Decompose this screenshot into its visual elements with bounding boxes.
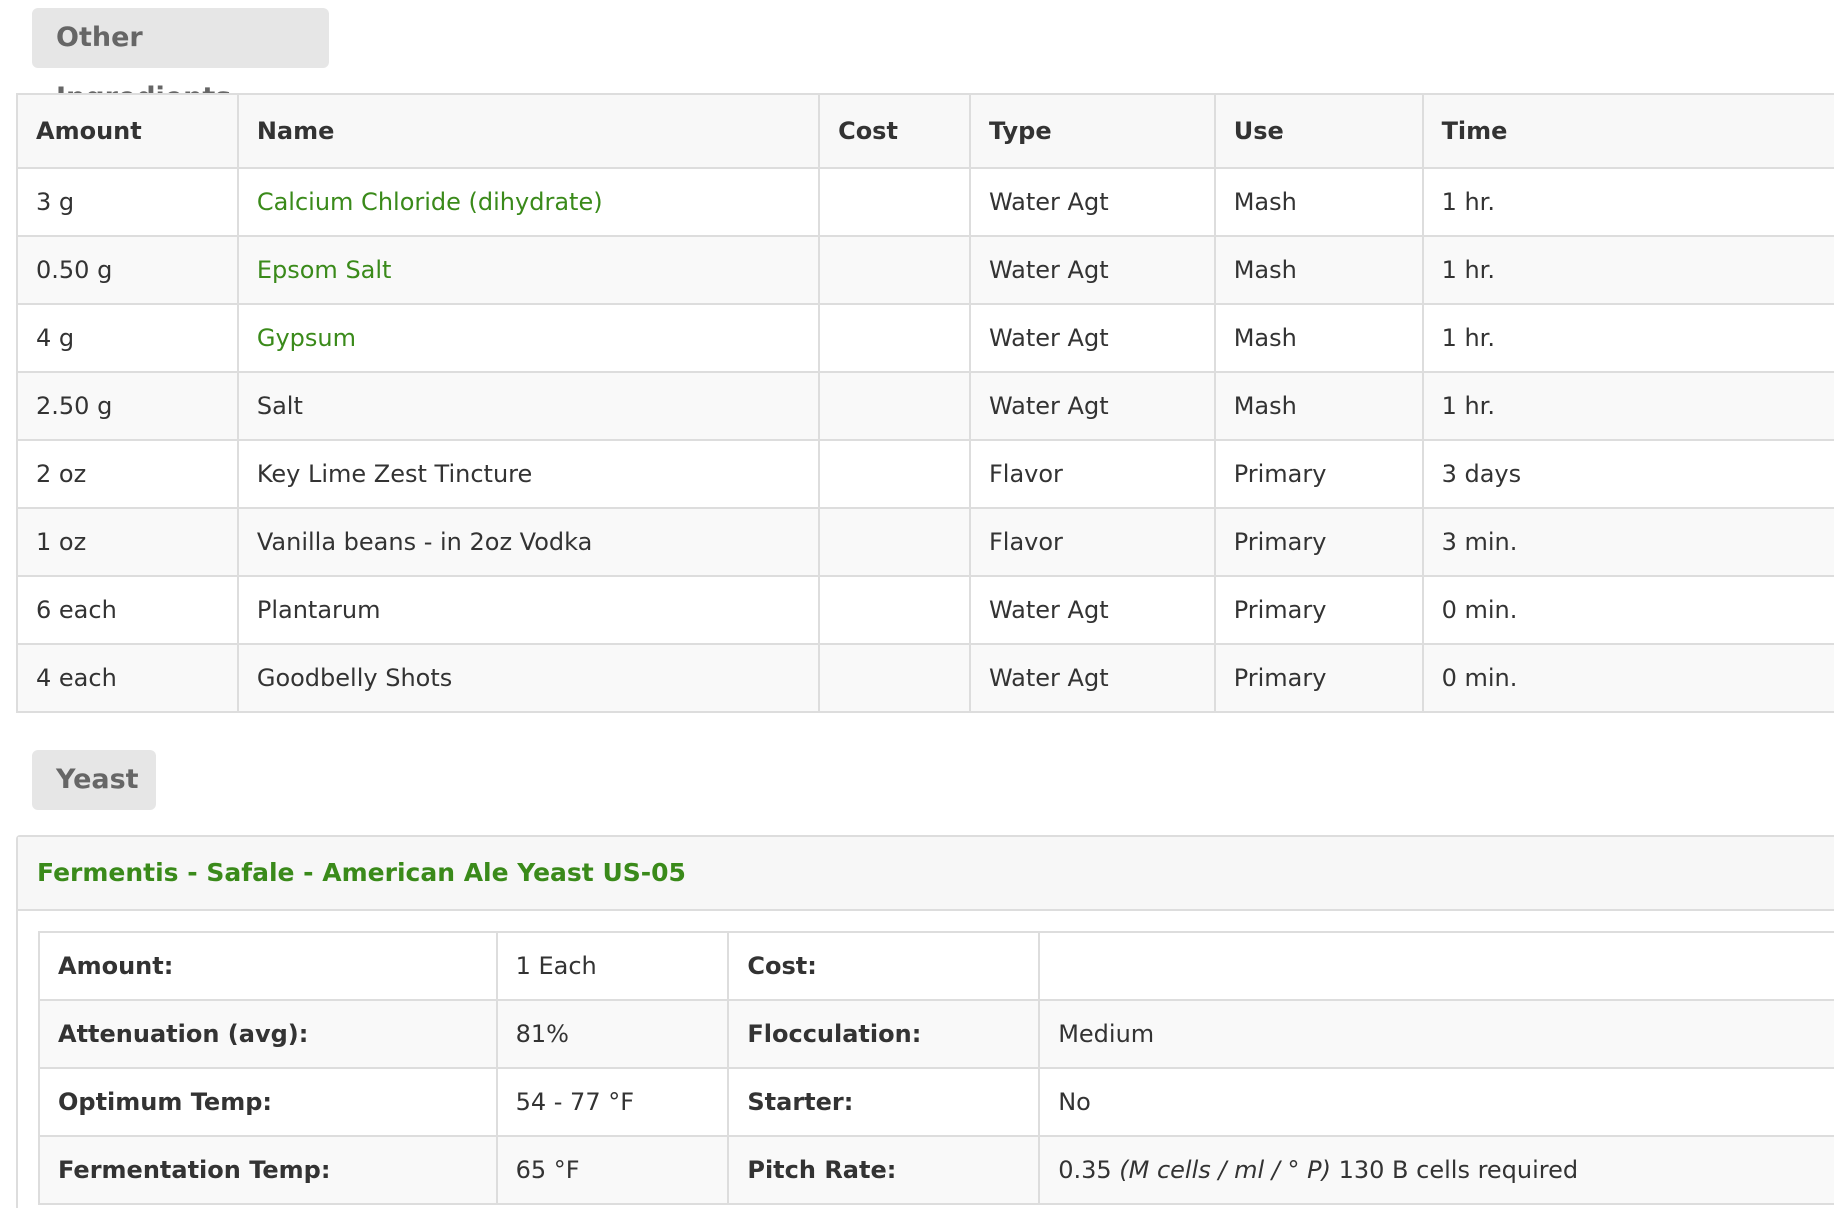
amount-cell: 2 oz: [16, 439, 239, 509]
use-cell: Mash: [1213, 371, 1424, 441]
time-cell: 1 hr.: [1421, 235, 1834, 305]
amount-cell: 4 each: [16, 643, 239, 713]
name-cell: Calcium Chloride (dihydrate): [236, 167, 821, 237]
optimum-temp-label: Optimum Temp:: [38, 1067, 498, 1137]
yeast-panel: Fermentis - Safale - American Ale Yeast …: [16, 835, 1834, 1208]
time-cell: 3 days: [1421, 439, 1834, 509]
cost-label: Cost:: [727, 931, 1041, 1001]
type-cell: Water Agt: [968, 167, 1216, 237]
yeast-detail-row: Optimum Temp: 54 - 77 °F Starter: No: [38, 1067, 1834, 1137]
attenuation-value: 81%: [495, 999, 730, 1069]
time-cell: 1 hr.: [1421, 303, 1834, 373]
amount-cell: 0.50 g: [16, 235, 239, 305]
cost-cell: [818, 507, 971, 577]
cost-cell: [818, 371, 971, 441]
use-cell: Mash: [1213, 235, 1424, 305]
yeast-name-link[interactable]: Fermentis - Safale - American Ale Yeast …: [18, 837, 1834, 911]
column-header-use[interactable]: Use: [1213, 93, 1424, 169]
fermentation-temp-value: 65 °F: [495, 1135, 730, 1205]
name-cell: Gypsum: [236, 303, 821, 373]
type-cell: Water Agt: [968, 643, 1216, 713]
flocculation-value: Medium: [1038, 999, 1834, 1069]
starter-value: No: [1038, 1067, 1834, 1137]
type-cell: Flavor: [968, 439, 1216, 509]
type-cell: Flavor: [968, 507, 1216, 577]
fermentation-temp-label: Fermentation Temp:: [38, 1135, 498, 1205]
name-cell: Plantarum: [236, 575, 821, 645]
cost-cell: [818, 235, 971, 305]
cost-value: [1038, 931, 1834, 1001]
name-cell: Key Lime Zest Tincture: [236, 439, 821, 509]
attenuation-label: Attenuation (avg):: [38, 999, 498, 1069]
table-header-row: Amount Name Cost Type Use Time: [16, 93, 1834, 169]
recipe-page: Other Ingredients Amount Name Cost Type …: [0, 0, 1834, 1208]
amount-value: 1 Each: [495, 931, 730, 1001]
ingredient-link[interactable]: Epsom Salt: [257, 256, 392, 284]
amount-cell: 6 each: [16, 575, 239, 645]
use-cell: Primary: [1213, 575, 1424, 645]
use-cell: Mash: [1213, 167, 1424, 237]
use-cell: Primary: [1213, 643, 1424, 713]
amount-cell: 4 g: [16, 303, 239, 373]
amount-cell: 3 g: [16, 167, 239, 237]
use-cell: Primary: [1213, 507, 1424, 577]
yeast-details-table: Amount: 1 Each Cost: Attenuation (avg): …: [38, 931, 1834, 1205]
type-cell: Water Agt: [968, 303, 1216, 373]
pitch-rate-units: (M cells / ml / ° P): [1119, 1156, 1331, 1184]
yeast-detail-row: Attenuation (avg): 81% Flocculation: Med…: [38, 999, 1834, 1069]
other-ingredients-heading: Other Ingredients: [32, 8, 329, 113]
table-row: 0.50 g Epsom Salt Water Agt Mash 1 hr.: [16, 235, 1834, 305]
time-cell: 3 min.: [1421, 507, 1834, 577]
column-header-type[interactable]: Type: [968, 93, 1216, 169]
time-cell: 1 hr.: [1421, 167, 1834, 237]
column-header-name[interactable]: Name: [236, 93, 821, 169]
table-row: 2.50 g Salt Water Agt Mash 1 hr.: [16, 371, 1834, 441]
use-cell: Primary: [1213, 439, 1424, 509]
table-row: 3 g Calcium Chloride (dihydrate) Water A…: [16, 167, 1834, 237]
pitch-rate-cells: 130 B cells required: [1338, 1156, 1579, 1184]
cost-cell: [818, 167, 971, 237]
table-row: 6 each Plantarum Water Agt Primary 0 min…: [16, 575, 1834, 645]
optimum-temp-value: 54 - 77 °F: [495, 1067, 730, 1137]
name-cell: Goodbelly Shots: [236, 643, 821, 713]
ingredient-link[interactable]: Calcium Chloride (dihydrate): [257, 188, 603, 216]
amount-cell: 1 oz: [16, 507, 239, 577]
use-cell: Mash: [1213, 303, 1424, 373]
name-cell: Vanilla beans - in 2oz Vodka: [236, 507, 821, 577]
table-row: 4 each Goodbelly Shots Water Agt Primary…: [16, 643, 1834, 713]
column-header-time[interactable]: Time: [1421, 93, 1834, 169]
time-cell: 0 min.: [1421, 575, 1834, 645]
cost-cell: [818, 643, 971, 713]
table-row: 1 oz Vanilla beans - in 2oz Vodka Flavor…: [16, 507, 1834, 577]
name-cell: Salt: [236, 371, 821, 441]
yeast-detail-row: Fermentation Temp: 65 °F Pitch Rate: 0.3…: [38, 1135, 1834, 1205]
starter-label: Starter:: [727, 1067, 1041, 1137]
type-cell: Water Agt: [968, 371, 1216, 441]
other-ingredients-table: Amount Name Cost Type Use Time 3 g Calci…: [16, 93, 1834, 713]
flocculation-label: Flocculation:: [727, 999, 1041, 1069]
pitch-rate-value: 0.35 (M cells / ml / ° P) 130 B cells re…: [1038, 1135, 1834, 1205]
type-cell: Water Agt: [968, 575, 1216, 645]
amount-label: Amount:: [38, 931, 498, 1001]
column-header-cost[interactable]: Cost: [818, 93, 971, 169]
time-cell: 1 hr.: [1421, 371, 1834, 441]
table-row: 2 oz Key Lime Zest Tincture Flavor Prima…: [16, 439, 1834, 509]
name-cell: Epsom Salt: [236, 235, 821, 305]
amount-cell: 2.50 g: [16, 371, 239, 441]
yeast-detail-row: Amount: 1 Each Cost:: [38, 931, 1834, 1001]
table-row: 4 g Gypsum Water Agt Mash 1 hr.: [16, 303, 1834, 373]
cost-cell: [818, 303, 971, 373]
type-cell: Water Agt: [968, 235, 1216, 305]
cost-cell: [818, 575, 971, 645]
pitch-rate-label: Pitch Rate:: [727, 1135, 1041, 1205]
ingredient-link[interactable]: Gypsum: [257, 324, 356, 352]
pitch-rate-number: 0.35: [1058, 1156, 1112, 1184]
column-header-amount[interactable]: Amount: [16, 93, 239, 169]
cost-cell: [818, 439, 971, 509]
time-cell: 0 min.: [1421, 643, 1834, 713]
yeast-heading: Yeast: [32, 750, 156, 810]
